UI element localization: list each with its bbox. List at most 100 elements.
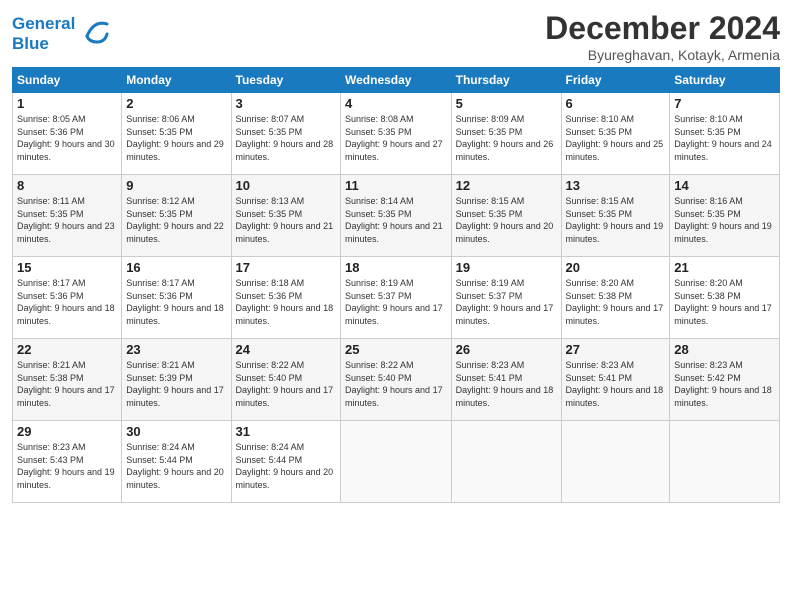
sunset-time: 5:35 PM xyxy=(707,127,741,137)
day-info: Sunrise: 8:21 AM Sunset: 5:38 PM Dayligh… xyxy=(17,359,117,409)
day-info: Sunrise: 8:08 AM Sunset: 5:35 PM Dayligh… xyxy=(345,113,447,163)
sunrise-label: Sunrise: xyxy=(674,114,710,124)
sunset-time: 5:37 PM xyxy=(489,291,523,301)
sunset-time: 5:40 PM xyxy=(378,373,412,383)
daylight-label: Daylight: xyxy=(674,139,712,149)
calendar-header-monday: Monday xyxy=(122,68,231,93)
daylight-label: Daylight: xyxy=(126,221,164,231)
sunrise-time: 8:10 AM xyxy=(710,114,743,124)
daylight-label: Daylight: xyxy=(126,303,164,313)
day-number: 2 xyxy=(126,96,226,111)
sunrise-label: Sunrise: xyxy=(126,196,162,206)
sunrise-time: 8:23 AM xyxy=(53,442,86,452)
sunrise-time: 8:16 AM xyxy=(710,196,743,206)
day-cell: 29 Sunrise: 8:23 AM Sunset: 5:43 PM Dayl… xyxy=(13,421,122,503)
sunset-label: Sunset: xyxy=(345,127,378,137)
sunset-label: Sunset: xyxy=(456,373,489,383)
sunrise-label: Sunrise: xyxy=(456,114,492,124)
sunset-time: 5:38 PM xyxy=(707,291,741,301)
sunrise-label: Sunrise: xyxy=(236,360,272,370)
sunrise-time: 8:06 AM xyxy=(162,114,195,124)
sunset-label: Sunset: xyxy=(345,209,378,219)
sunrise-label: Sunrise: xyxy=(345,360,381,370)
sunrise-time: 8:20 AM xyxy=(710,278,743,288)
daylight-label: Daylight: xyxy=(236,385,274,395)
sunset-time: 5:35 PM xyxy=(599,209,633,219)
sunset-label: Sunset: xyxy=(236,291,269,301)
daylight-label: Daylight: xyxy=(17,467,55,477)
sunset-label: Sunset: xyxy=(126,291,159,301)
sunrise-label: Sunrise: xyxy=(456,196,492,206)
day-info: Sunrise: 8:20 AM Sunset: 5:38 PM Dayligh… xyxy=(674,277,775,327)
sunset-label: Sunset: xyxy=(126,455,159,465)
daylight-label: Daylight: xyxy=(566,385,604,395)
day-cell: 18 Sunrise: 8:19 AM Sunset: 5:37 PM Dayl… xyxy=(341,257,452,339)
day-info: Sunrise: 8:24 AM Sunset: 5:44 PM Dayligh… xyxy=(236,441,336,491)
day-cell: 10 Sunrise: 8:13 AM Sunset: 5:35 PM Dayl… xyxy=(231,175,340,257)
day-cell: 15 Sunrise: 8:17 AM Sunset: 5:36 PM Dayl… xyxy=(13,257,122,339)
sunset-time: 5:37 PM xyxy=(378,291,412,301)
sunset-label: Sunset: xyxy=(566,209,599,219)
daylight-label: Daylight: xyxy=(345,385,383,395)
day-cell: 30 Sunrise: 8:24 AM Sunset: 5:44 PM Dayl… xyxy=(122,421,231,503)
day-number: 29 xyxy=(17,424,117,439)
week-row-5: 29 Sunrise: 8:23 AM Sunset: 5:43 PM Dayl… xyxy=(13,421,780,503)
sunset-label: Sunset: xyxy=(126,373,159,383)
day-number: 24 xyxy=(236,342,336,357)
day-info: Sunrise: 8:24 AM Sunset: 5:44 PM Dayligh… xyxy=(126,441,226,491)
day-number: 23 xyxy=(126,342,226,357)
day-number: 6 xyxy=(566,96,666,111)
day-cell: 8 Sunrise: 8:11 AM Sunset: 5:35 PM Dayli… xyxy=(13,175,122,257)
day-cell xyxy=(670,421,780,503)
sunrise-time: 8:23 AM xyxy=(601,360,634,370)
sunrise-label: Sunrise: xyxy=(17,442,53,452)
sunrise-time: 8:17 AM xyxy=(53,278,86,288)
sunrise-label: Sunrise: xyxy=(345,278,381,288)
sunset-time: 5:42 PM xyxy=(707,373,741,383)
sunrise-label: Sunrise: xyxy=(126,442,162,452)
sunset-label: Sunset: xyxy=(674,209,707,219)
day-number: 16 xyxy=(126,260,226,275)
daylight-label: Daylight: xyxy=(236,303,274,313)
sunset-time: 5:39 PM xyxy=(159,373,193,383)
day-number: 26 xyxy=(456,342,557,357)
sunset-time: 5:35 PM xyxy=(599,127,633,137)
sunrise-label: Sunrise: xyxy=(236,114,272,124)
sunrise-label: Sunrise: xyxy=(456,278,492,288)
day-cell: 14 Sunrise: 8:16 AM Sunset: 5:35 PM Dayl… xyxy=(670,175,780,257)
day-cell: 3 Sunrise: 8:07 AM Sunset: 5:35 PM Dayli… xyxy=(231,93,340,175)
daylight-label: Daylight: xyxy=(456,385,494,395)
logo-blue: Blue xyxy=(12,34,75,54)
sunset-label: Sunset: xyxy=(566,291,599,301)
sunrise-time: 8:15 AM xyxy=(491,196,524,206)
sunset-label: Sunset: xyxy=(236,455,269,465)
day-number: 1 xyxy=(17,96,117,111)
day-number: 5 xyxy=(456,96,557,111)
sunrise-time: 8:09 AM xyxy=(491,114,524,124)
sunset-label: Sunset: xyxy=(456,209,489,219)
sunrise-label: Sunrise: xyxy=(236,278,272,288)
day-info: Sunrise: 8:16 AM Sunset: 5:35 PM Dayligh… xyxy=(674,195,775,245)
day-cell: 7 Sunrise: 8:10 AM Sunset: 5:35 PM Dayli… xyxy=(670,93,780,175)
daylight-label: Daylight: xyxy=(126,467,164,477)
sunrise-time: 8:14 AM xyxy=(381,196,414,206)
week-row-4: 22 Sunrise: 8:21 AM Sunset: 5:38 PM Dayl… xyxy=(13,339,780,421)
day-cell: 27 Sunrise: 8:23 AM Sunset: 5:41 PM Dayl… xyxy=(561,339,670,421)
sunrise-time: 8:19 AM xyxy=(491,278,524,288)
sunrise-time: 8:17 AM xyxy=(162,278,195,288)
sunset-label: Sunset: xyxy=(236,127,269,137)
day-info: Sunrise: 8:06 AM Sunset: 5:35 PM Dayligh… xyxy=(126,113,226,163)
sunset-time: 5:36 PM xyxy=(159,291,193,301)
sunrise-time: 8:23 AM xyxy=(491,360,524,370)
day-info: Sunrise: 8:10 AM Sunset: 5:35 PM Dayligh… xyxy=(674,113,775,163)
sunrise-time: 8:24 AM xyxy=(162,442,195,452)
day-cell xyxy=(341,421,452,503)
sunrise-time: 8:24 AM xyxy=(271,442,304,452)
day-number: 11 xyxy=(345,178,447,193)
sunrise-label: Sunrise: xyxy=(17,196,53,206)
sunrise-time: 8:18 AM xyxy=(271,278,304,288)
day-info: Sunrise: 8:23 AM Sunset: 5:43 PM Dayligh… xyxy=(17,441,117,491)
day-info: Sunrise: 8:20 AM Sunset: 5:38 PM Dayligh… xyxy=(566,277,666,327)
sunrise-time: 8:21 AM xyxy=(53,360,86,370)
day-info: Sunrise: 8:13 AM Sunset: 5:35 PM Dayligh… xyxy=(236,195,336,245)
